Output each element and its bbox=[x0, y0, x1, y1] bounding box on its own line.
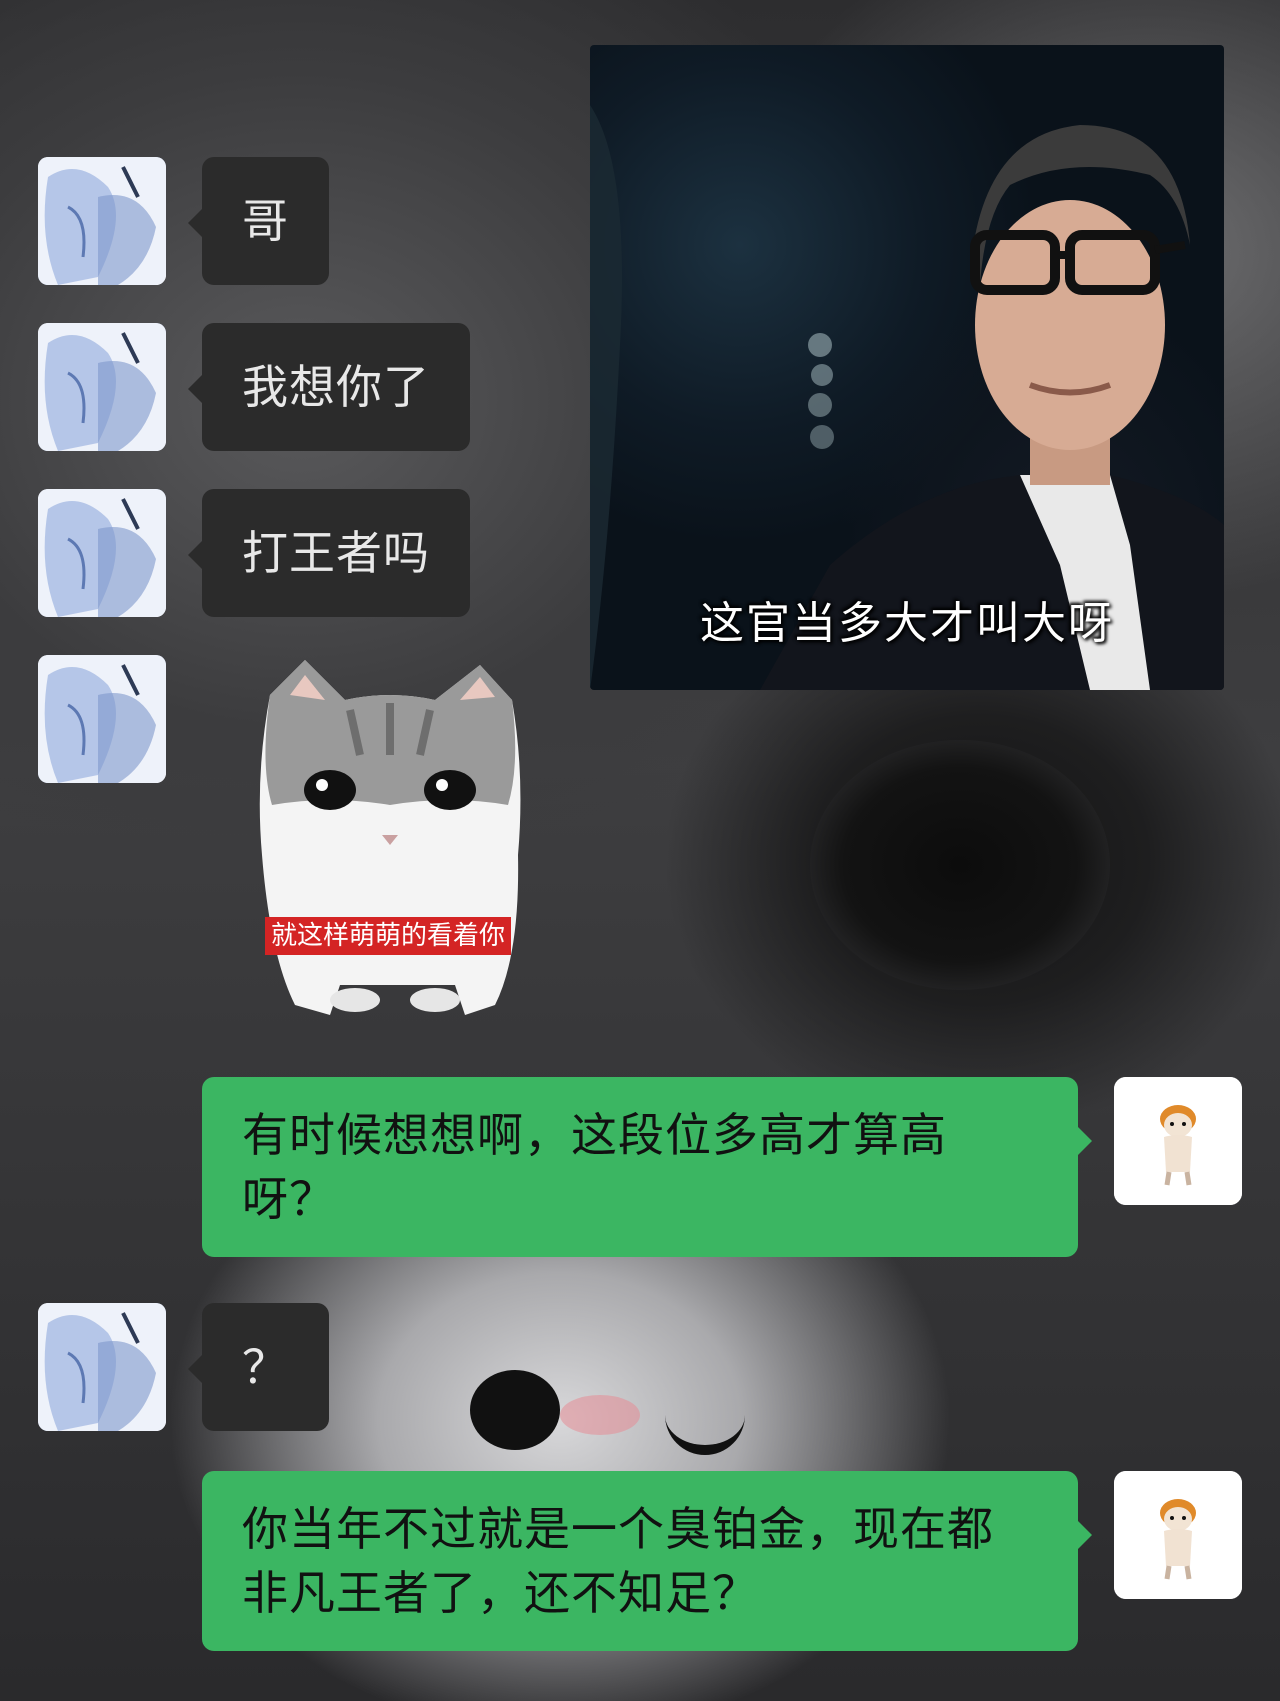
wallpaper-plush-blush bbox=[560, 1395, 640, 1435]
message-text: 你当年不过就是一个臭铂金，现在都非凡王者了，还不知足？ bbox=[242, 1502, 994, 1620]
my-avatar[interactable] bbox=[1114, 1471, 1242, 1599]
anime-character-avatar-icon bbox=[38, 323, 166, 451]
message-text: 哥 bbox=[242, 194, 289, 248]
anime-character-avatar-icon bbox=[38, 489, 166, 617]
contact-avatar[interactable] bbox=[38, 655, 166, 783]
contact-avatar[interactable] bbox=[38, 1303, 166, 1431]
message-bubble-incoming[interactable]: ？ bbox=[188, 1303, 329, 1431]
message-text: 打王者吗 bbox=[242, 526, 430, 580]
wallpaper-cat-eye bbox=[810, 740, 1110, 990]
message-bubble-outgoing[interactable]: 有时候想想啊，这段位多高才算高呀？ bbox=[202, 1077, 1092, 1257]
message-text: 有时候想想啊，这段位多高才算高呀？ bbox=[242, 1108, 947, 1226]
cat-with-hat-avatar-icon bbox=[1114, 1077, 1242, 1205]
meme-image-message[interactable]: 这官当多大才叫大呀 bbox=[590, 45, 1224, 690]
anime-character-avatar-icon bbox=[38, 1303, 166, 1431]
contact-avatar[interactable] bbox=[38, 323, 166, 451]
message-text: 我想你了 bbox=[242, 360, 430, 414]
message-bubble-outgoing[interactable]: 你当年不过就是一个臭铂金，现在都非凡王者了，还不知足？ bbox=[202, 1471, 1092, 1651]
contact-avatar[interactable] bbox=[38, 489, 166, 617]
contact-avatar[interactable] bbox=[38, 157, 166, 285]
sticker-caption: 就这样萌萌的看着你 bbox=[265, 917, 512, 955]
message-text: ？ bbox=[242, 1340, 289, 1394]
wallpaper-plush-eye bbox=[470, 1370, 560, 1450]
wallpaper-plush-mouth bbox=[665, 1405, 745, 1455]
sticker-message[interactable]: 就这样萌萌的看着你 bbox=[250, 655, 530, 1030]
meme-caption: 这官当多大才叫大呀 bbox=[700, 598, 1114, 649]
anime-character-avatar-icon bbox=[38, 157, 166, 285]
cat-with-hat-avatar-icon bbox=[1114, 1471, 1242, 1599]
message-bubble-incoming[interactable]: 我想你了 bbox=[188, 323, 470, 451]
message-bubble-incoming[interactable]: 哥 bbox=[188, 157, 329, 285]
my-avatar[interactable] bbox=[1114, 1077, 1242, 1205]
anime-character-avatar-icon bbox=[38, 655, 166, 783]
sad-cat-sticker-icon bbox=[259, 660, 521, 1015]
message-bubble-incoming[interactable]: 打王者吗 bbox=[188, 489, 470, 617]
